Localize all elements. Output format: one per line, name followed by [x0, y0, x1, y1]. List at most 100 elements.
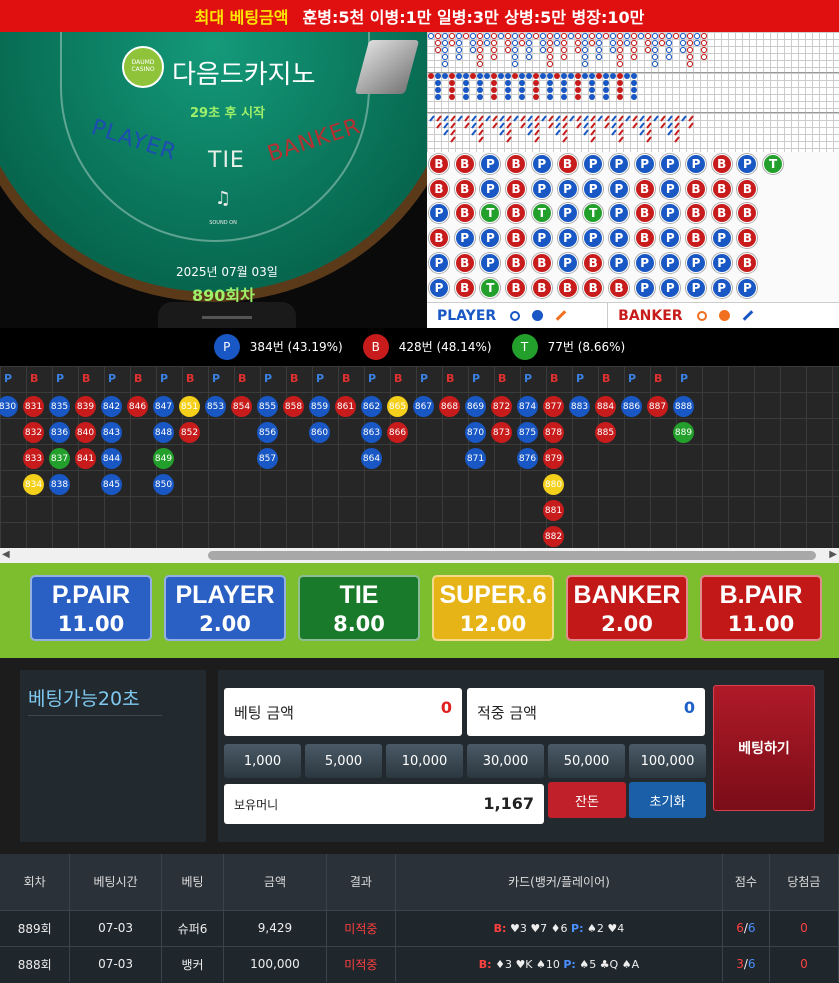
cockroach-mark	[443, 129, 449, 136]
bead-2-11: B	[711, 203, 732, 224]
cockroach-mark	[590, 129, 596, 136]
cockroach-mark	[632, 122, 638, 129]
max-bet-banner: 최대 베팅금액 훈병:5천 이병:1만 일병:3만 상병:5만 병장:10만	[0, 0, 839, 32]
big-eye-mark	[434, 39, 442, 47]
cockroach-mark	[464, 115, 470, 122]
big-eye-mark	[672, 32, 680, 40]
history-cell: 888회	[0, 945, 71, 982]
road-cell: 840	[75, 422, 96, 443]
chip-100000[interactable]: 100,000	[629, 744, 706, 778]
road-header: B	[498, 372, 507, 385]
small-road-mark	[435, 87, 441, 93]
big-eye-mark	[595, 32, 603, 40]
road-header: B	[394, 372, 403, 385]
cockroach-mark	[527, 129, 533, 136]
score-player: 6	[747, 957, 756, 972]
big-eye-mark	[581, 53, 589, 61]
bet-banker[interactable]: BANKER 2.00	[566, 575, 688, 641]
big-eye-mark	[609, 32, 617, 40]
scroll-thumb[interactable]	[208, 551, 816, 560]
chip-1000[interactable]: 1,000	[224, 744, 301, 778]
cockroach-mark	[450, 115, 456, 122]
bet-amount-field[interactable]: 베팅 금액 0	[224, 688, 462, 736]
stat-P-icon: P	[213, 334, 240, 360]
result-stats: P 384번 (43.19%) B 428번 (48.14%) T 77번 (8.66%)	[0, 328, 839, 366]
sound-toggle[interactable]: ♫ SOUND ON	[206, 188, 240, 228]
cockroach-mark	[576, 122, 582, 129]
big-eye-mark	[469, 39, 477, 47]
big-eye-mark	[525, 32, 533, 40]
chip-10000[interactable]: 10,000	[386, 744, 463, 778]
bet-player[interactable]: PLAYER 2.00	[164, 575, 286, 641]
road-cell: 870	[465, 422, 486, 443]
bead-0-5: B	[557, 154, 578, 174]
bead-1-7: P	[608, 178, 629, 199]
place-bet-button[interactable]: 베팅하기	[713, 685, 815, 811]
small-road-mark	[512, 73, 518, 79]
reset-button[interactable]: 초기화	[629, 782, 706, 818]
cockroach-mark	[478, 122, 484, 129]
road-header: B	[446, 372, 455, 385]
scroll-right-icon[interactable]: ▶	[829, 549, 837, 560]
road-cell: 844	[101, 448, 122, 469]
road-scrollbar[interactable]: ◀ ▶	[0, 548, 839, 563]
cockroach-mark	[548, 115, 554, 122]
big-eye-mark	[665, 46, 673, 54]
chip-5000[interactable]: 5,000	[305, 744, 382, 778]
stat-T-text: 77번 (8.66%)	[547, 340, 626, 354]
big-eye-mark	[595, 46, 603, 54]
big-eye-mark	[441, 39, 449, 47]
big-eye-mark	[665, 39, 673, 47]
small-road-mark	[589, 73, 595, 79]
cockroach-mark	[590, 115, 596, 122]
bet-b-pair[interactable]: B.PAIR 11.00	[700, 575, 822, 641]
bead-3-0: B	[429, 228, 449, 249]
history-cell: 슈퍼6	[161, 909, 225, 946]
big-eye-mark	[518, 32, 526, 40]
small-road-mark	[435, 73, 441, 79]
chip-30000[interactable]: 30,000	[467, 744, 544, 778]
big-eye-mark	[665, 53, 673, 61]
scroll-left-icon[interactable]: ◀	[2, 549, 10, 560]
stat-P: P 384번 (43.19%)	[213, 334, 343, 360]
big-eye-mark	[588, 39, 596, 47]
big-eye-mark	[476, 53, 484, 61]
cockroach-mark	[590, 122, 596, 129]
cockroach-mark	[639, 122, 645, 129]
road-cell: 873	[491, 422, 512, 443]
big-eye-mark	[700, 32, 708, 40]
road-header: B	[186, 372, 195, 385]
sound-label: SOUND ON	[209, 220, 237, 226]
road-header: P	[56, 372, 65, 385]
big-eye-mark	[651, 39, 659, 47]
road-header: P	[4, 372, 13, 385]
bet-super-6[interactable]: SUPER.6 12.00	[432, 575, 554, 641]
chip-50000[interactable]: 50,000	[548, 744, 625, 778]
big-eye-mark	[490, 53, 498, 61]
bead-0-0: B	[429, 154, 449, 174]
road-cell: 842	[101, 396, 122, 417]
road-cell: 856	[257, 422, 278, 443]
cockroach-mark	[625, 115, 631, 122]
big-eye-mark	[469, 32, 477, 40]
history-row: 888회 07-03 뱅커 100,000 미적중 B: ♦3 ♥K ♠10 P: ♠5 …	[0, 945, 839, 982]
road-header: B	[134, 372, 143, 385]
road-cell: 878	[543, 422, 564, 443]
cockroach-mark	[688, 122, 694, 129]
road-cell: 835	[49, 396, 70, 417]
small-road-mark	[589, 94, 595, 100]
road-cell: 838	[49, 474, 70, 495]
change-button[interactable]: 잔돈	[548, 782, 626, 818]
big-eye-mark	[427, 32, 435, 40]
cockroach-mark	[541, 115, 547, 122]
big-eye-mark	[511, 39, 519, 47]
small-road-mark	[484, 73, 490, 79]
big-eye-mark	[581, 46, 589, 54]
balance-value: 1,167	[483, 794, 534, 813]
bet-tie[interactable]: TIE 8.00	[298, 575, 420, 641]
max-bet-limits: 훈병:5천 이병:1만 일병:3만 상병:5만 병장:10만	[302, 8, 645, 27]
bet-p-pair[interactable]: P.PAIR 11.00	[30, 575, 152, 641]
road-cell: 881	[543, 500, 564, 521]
small-road-mark	[463, 87, 469, 93]
cockroach-mark	[569, 115, 575, 122]
